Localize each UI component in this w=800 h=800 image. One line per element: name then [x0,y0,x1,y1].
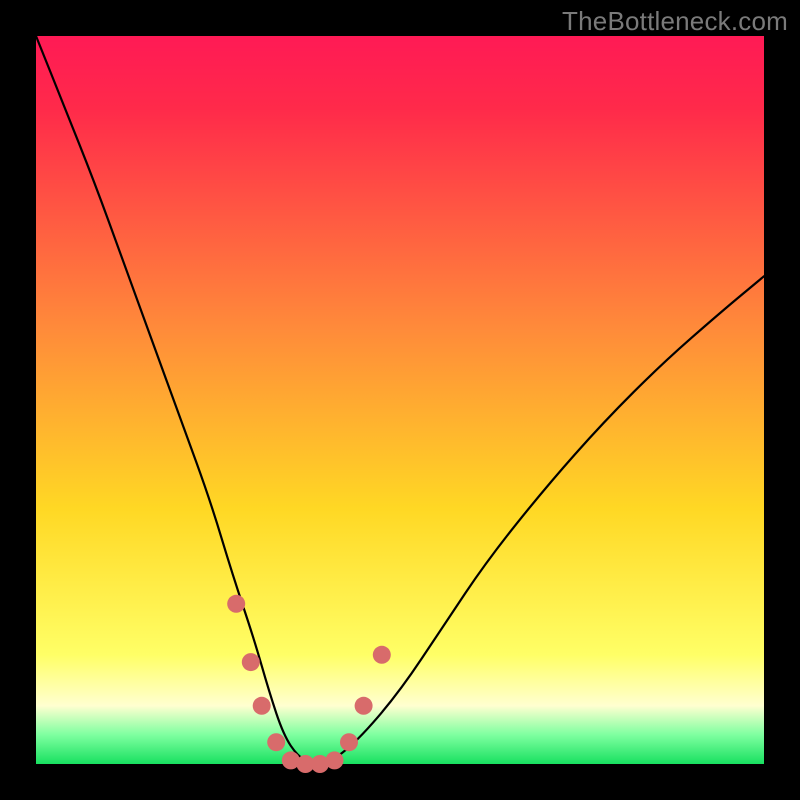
watermark-text: TheBottleneck.com [562,6,788,37]
bottleneck-curve [36,36,764,764]
trough-marker [253,697,271,715]
trough-marker [242,653,260,671]
trough-marker [373,646,391,664]
trough-markers-group [227,595,391,773]
curve-layer [36,36,764,764]
plot-area [36,36,764,764]
chart-frame: TheBottleneck.com [0,0,800,800]
trough-marker [267,733,285,751]
trough-marker [326,751,344,769]
trough-marker [355,697,373,715]
trough-marker [227,595,245,613]
trough-marker [340,733,358,751]
